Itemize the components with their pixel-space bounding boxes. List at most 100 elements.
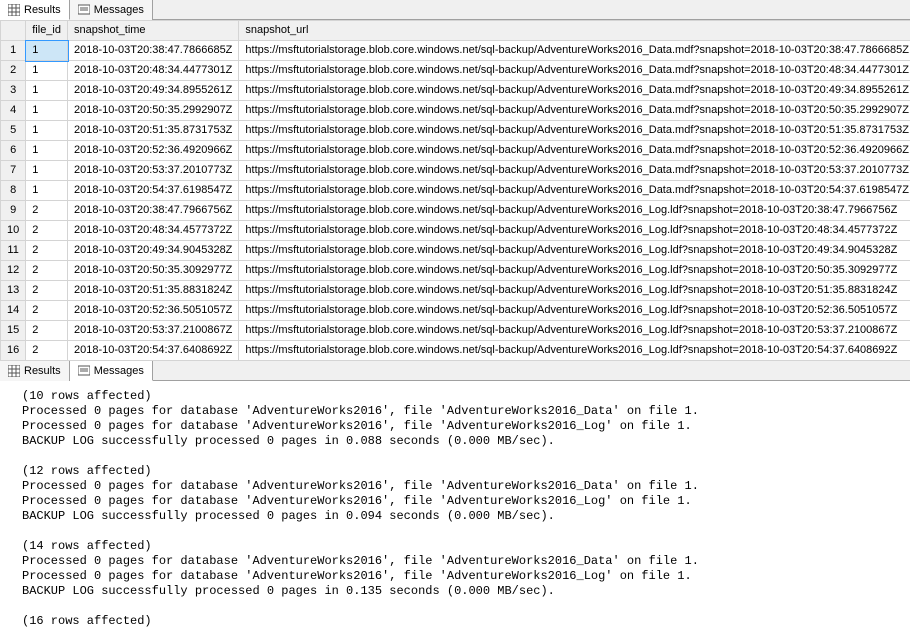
cell-file-id[interactable]: 1 [26, 181, 68, 201]
row-number[interactable]: 1 [1, 41, 26, 61]
cell-snapshot-url[interactable]: https://msftutorialstorage.blob.core.win… [239, 41, 910, 61]
grid-icon [8, 365, 20, 377]
row-header-corner[interactable] [1, 21, 26, 41]
row-number[interactable]: 9 [1, 201, 26, 221]
col-header-snapshot-url[interactable]: snapshot_url [239, 21, 910, 41]
cell-snapshot-url[interactable]: https://msftutorialstorage.blob.core.win… [239, 121, 910, 141]
cell-snapshot-time[interactable]: 2018-10-03T20:48:34.4477301Z [68, 61, 239, 81]
row-number[interactable]: 3 [1, 81, 26, 101]
table-row[interactable]: 812018-10-03T20:54:37.6198547Zhttps://ms… [1, 181, 910, 201]
table-row[interactable]: 412018-10-03T20:50:35.2992907Zhttps://ms… [1, 101, 910, 121]
cell-snapshot-time[interactable]: 2018-10-03T20:50:35.3092977Z [68, 261, 239, 281]
row-number[interactable]: 11 [1, 241, 26, 261]
cell-snapshot-url[interactable]: https://msftutorialstorage.blob.core.win… [239, 281, 910, 301]
cell-file-id[interactable]: 2 [26, 221, 68, 241]
cell-file-id[interactable]: 1 [26, 141, 68, 161]
cell-file-id[interactable]: 1 [26, 81, 68, 101]
table-row[interactable]: 1222018-10-03T20:50:35.3092977Zhttps://m… [1, 261, 910, 281]
row-number[interactable]: 4 [1, 101, 26, 121]
table-row[interactable]: 922018-10-03T20:38:47.7966756Zhttps://ms… [1, 201, 910, 221]
cell-file-id[interactable]: 1 [26, 101, 68, 121]
table-row[interactable]: 1622018-10-03T20:54:37.6408692Zhttps://m… [1, 341, 910, 361]
results-tab-bar-bottom: Results Messages [0, 361, 910, 381]
tab-results-label: Results [24, 365, 61, 377]
row-number[interactable]: 15 [1, 321, 26, 341]
cell-file-id[interactable]: 1 [26, 61, 68, 81]
cell-snapshot-time[interactable]: 2018-10-03T20:52:36.4920966Z [68, 141, 239, 161]
cell-snapshot-time[interactable]: 2018-10-03T20:48:34.4577372Z [68, 221, 239, 241]
table-row[interactable]: 112018-10-03T20:38:47.7866685Zhttps://ms… [1, 41, 910, 61]
row-number[interactable]: 8 [1, 181, 26, 201]
cell-snapshot-url[interactable]: https://msftutorialstorage.blob.core.win… [239, 61, 910, 81]
cell-snapshot-time[interactable]: 2018-10-03T20:49:34.9045328Z [68, 241, 239, 261]
cell-file-id[interactable]: 2 [26, 321, 68, 341]
cell-snapshot-url[interactable]: https://msftutorialstorage.blob.core.win… [239, 241, 910, 261]
tab-messages-bottom[interactable]: Messages [70, 361, 153, 381]
row-number[interactable]: 7 [1, 161, 26, 181]
row-number[interactable]: 13 [1, 281, 26, 301]
cell-snapshot-time[interactable]: 2018-10-03T20:51:35.8831824Z [68, 281, 239, 301]
tab-messages-top[interactable]: Messages [70, 0, 153, 20]
cell-file-id[interactable]: 1 [26, 161, 68, 181]
cell-snapshot-url[interactable]: https://msftutorialstorage.blob.core.win… [239, 221, 910, 241]
cell-snapshot-time[interactable]: 2018-10-03T20:53:37.2100867Z [68, 321, 239, 341]
table-row[interactable]: 1422018-10-03T20:52:36.5051057Zhttps://m… [1, 301, 910, 321]
cell-snapshot-url[interactable]: https://msftutorialstorage.blob.core.win… [239, 341, 910, 361]
cell-snapshot-url[interactable]: https://msftutorialstorage.blob.core.win… [239, 141, 910, 161]
cell-file-id[interactable]: 1 [26, 41, 68, 61]
table-row[interactable]: 1022018-10-03T20:48:34.4577372Zhttps://m… [1, 221, 910, 241]
cell-file-id[interactable]: 2 [26, 281, 68, 301]
cell-snapshot-url[interactable]: https://msftutorialstorage.blob.core.win… [239, 321, 910, 341]
results-grid[interactable]: file_id snapshot_time snapshot_url 11201… [0, 20, 910, 361]
col-header-file-id[interactable]: file_id [26, 21, 68, 41]
row-number[interactable]: 12 [1, 261, 26, 281]
results-tab-bar-top: Results Messages [0, 0, 910, 20]
cell-snapshot-time[interactable]: 2018-10-03T20:38:47.7966756Z [68, 201, 239, 221]
tab-results-bottom[interactable]: Results [0, 361, 70, 381]
table-row[interactable]: 1122018-10-03T20:49:34.9045328Zhttps://m… [1, 241, 910, 261]
row-number[interactable]: 16 [1, 341, 26, 361]
cell-snapshot-url[interactable]: https://msftutorialstorage.blob.core.win… [239, 101, 910, 121]
cell-snapshot-url[interactable]: https://msftutorialstorage.blob.core.win… [239, 81, 910, 101]
cell-snapshot-time[interactable]: 2018-10-03T20:49:34.8955261Z [68, 81, 239, 101]
cell-snapshot-time[interactable]: 2018-10-03T20:54:37.6198547Z [68, 181, 239, 201]
grid-icon [8, 4, 20, 16]
cell-snapshot-time[interactable]: 2018-10-03T20:38:47.7866685Z [68, 41, 239, 61]
cell-snapshot-time[interactable]: 2018-10-03T20:52:36.5051057Z [68, 301, 239, 321]
tab-results-top[interactable]: Results [0, 0, 70, 20]
cell-file-id[interactable]: 1 [26, 121, 68, 141]
cell-file-id[interactable]: 2 [26, 201, 68, 221]
messages-icon [78, 4, 90, 16]
row-number[interactable]: 6 [1, 141, 26, 161]
cell-snapshot-url[interactable]: https://msftutorialstorage.blob.core.win… [239, 161, 910, 181]
cell-snapshot-time[interactable]: 2018-10-03T20:51:35.8731753Z [68, 121, 239, 141]
table-row[interactable]: 512018-10-03T20:51:35.8731753Zhttps://ms… [1, 121, 910, 141]
table-row[interactable]: 212018-10-03T20:48:34.4477301Zhttps://ms… [1, 61, 910, 81]
table-row[interactable]: 1522018-10-03T20:53:37.2100867Zhttps://m… [1, 321, 910, 341]
messages-icon [78, 365, 90, 377]
cell-file-id[interactable]: 2 [26, 301, 68, 321]
tab-messages-label: Messages [94, 365, 144, 377]
tab-results-label: Results [24, 4, 61, 16]
row-number[interactable]: 5 [1, 121, 26, 141]
row-number[interactable]: 2 [1, 61, 26, 81]
cell-snapshot-time[interactable]: 2018-10-03T20:53:37.2010773Z [68, 161, 239, 181]
messages-output[interactable]: (10 rows affected) Processed 0 pages for… [0, 381, 910, 637]
cell-snapshot-url[interactable]: https://msftutorialstorage.blob.core.win… [239, 201, 910, 221]
row-number[interactable]: 10 [1, 221, 26, 241]
table-row[interactable]: 612018-10-03T20:52:36.4920966Zhttps://ms… [1, 141, 910, 161]
cell-snapshot-url[interactable]: https://msftutorialstorage.blob.core.win… [239, 181, 910, 201]
cell-snapshot-url[interactable]: https://msftutorialstorage.blob.core.win… [239, 301, 910, 321]
cell-snapshot-time[interactable]: 2018-10-03T20:54:37.6408692Z [68, 341, 239, 361]
cell-snapshot-time[interactable]: 2018-10-03T20:50:35.2992907Z [68, 101, 239, 121]
tab-messages-label: Messages [94, 4, 144, 16]
cell-snapshot-url[interactable]: https://msftutorialstorage.blob.core.win… [239, 261, 910, 281]
table-row[interactable]: 312018-10-03T20:49:34.8955261Zhttps://ms… [1, 81, 910, 101]
table-row[interactable]: 712018-10-03T20:53:37.2010773Zhttps://ms… [1, 161, 910, 181]
row-number[interactable]: 14 [1, 301, 26, 321]
table-row[interactable]: 1322018-10-03T20:51:35.8831824Zhttps://m… [1, 281, 910, 301]
col-header-snapshot-time[interactable]: snapshot_time [68, 21, 239, 41]
cell-file-id[interactable]: 2 [26, 241, 68, 261]
cell-file-id[interactable]: 2 [26, 261, 68, 281]
cell-file-id[interactable]: 2 [26, 341, 68, 361]
